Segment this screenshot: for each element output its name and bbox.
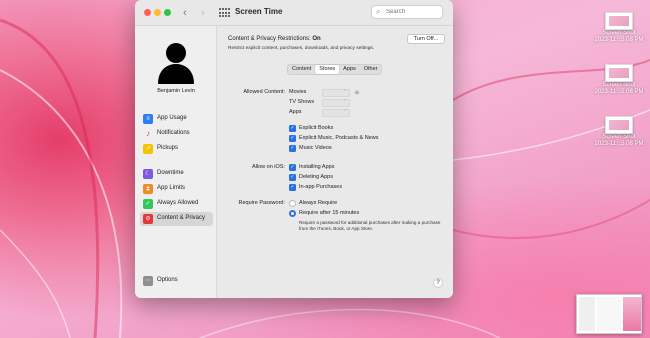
bell-icon: ♪ bbox=[146, 129, 150, 138]
file-date: 2023-11...5.08 PM bbox=[594, 37, 644, 43]
radio-label: Always Require bbox=[299, 200, 338, 206]
help-button[interactable]: ? bbox=[433, 278, 443, 288]
search-icon: ⌕ bbox=[376, 7, 381, 16]
sidebar-item-label: Always Allowed bbox=[157, 200, 199, 206]
close-button[interactable] bbox=[144, 9, 151, 16]
checkbox-label: Installing Apps bbox=[299, 164, 335, 170]
tab-apps[interactable]: Apps bbox=[339, 65, 360, 74]
sidebar-item-notifications[interactable]: ♪ Notifications bbox=[140, 127, 213, 141]
desktop-file[interactable]: Screen Shot 2023-11...5.08 PM bbox=[589, 116, 649, 148]
screenshot-thumbnail bbox=[605, 64, 633, 82]
search-field[interactable]: ⌕ bbox=[371, 5, 443, 19]
screenshot-preview[interactable] bbox=[576, 294, 642, 334]
sidebar: Benjamin Levin ≡ App Usage ♪ Notificatio… bbox=[135, 26, 217, 298]
tv-shows-label: TV Shows bbox=[289, 99, 315, 105]
restrictions-description: Restrict explicit content, purchases, do… bbox=[228, 46, 375, 51]
checkbox-label: Deleting Apps bbox=[299, 174, 333, 180]
turn-off-button[interactable]: Turn Off... bbox=[407, 34, 445, 44]
moon-icon: ☾ bbox=[143, 169, 153, 179]
checkbox-checked-icon: ✓ bbox=[289, 174, 296, 181]
sidebar-item-content-privacy[interactable]: ⊘ Content & Privacy bbox=[140, 212, 213, 226]
restrictions-state: On bbox=[312, 36, 321, 42]
checkbox-label: In-app Purchases bbox=[299, 184, 343, 190]
file-name: Screen Shot bbox=[602, 82, 636, 88]
back-button[interactable]: ‹ bbox=[183, 6, 187, 20]
file-date: 2023-11...5.08 PM bbox=[594, 89, 644, 95]
require-password-label: Require Password: bbox=[238, 200, 285, 206]
tv-shows-rating-select[interactable] bbox=[322, 99, 350, 107]
minimize-button[interactable] bbox=[154, 9, 161, 16]
sidebar-item-label: Downtime bbox=[157, 170, 184, 176]
checkbox-checked-icon: ✓ bbox=[289, 184, 296, 191]
password-note: Require a password for additional purcha… bbox=[299, 220, 441, 231]
sidebar-item-label: App Limits bbox=[157, 185, 186, 191]
pickups-icon: ↗ bbox=[143, 144, 153, 154]
desktop-file[interactable]: Screen Shot 2023-11...5.08 PM bbox=[589, 64, 649, 96]
restrictions-status: Content & Privacy Restrictions: On bbox=[228, 36, 321, 42]
apps-rating-select[interactable] bbox=[322, 109, 350, 117]
desktop-file[interactable]: Screen Shot 2023-11...5.08 PM bbox=[589, 12, 649, 44]
checkbox-label: Music Videos bbox=[299, 145, 332, 151]
screen-time-window: ‹ › Screen Time ⌕ Benjamin Levin ≡ App U… bbox=[135, 0, 453, 298]
checkbox-checked-icon: ✓ bbox=[289, 164, 296, 171]
sidebar-item-label: App Usage bbox=[157, 115, 187, 121]
user-name: Benjamin Levin bbox=[157, 88, 195, 94]
radio-selected-icon bbox=[289, 210, 296, 217]
maximize-button[interactable] bbox=[164, 9, 171, 16]
sidebar-item-label: Pickups bbox=[157, 145, 179, 151]
file-name: Screen Shot bbox=[602, 30, 636, 36]
sidebar-item-always-allowed[interactable]: ✓ Always Allowed bbox=[140, 197, 213, 211]
screenshot-thumbnail bbox=[605, 116, 633, 134]
radio-label: Require after 15 minutes bbox=[299, 210, 360, 216]
movies-rating-select[interactable] bbox=[322, 89, 350, 97]
checkbox-checked-icon: ✓ bbox=[289, 125, 296, 132]
options-label: Options bbox=[157, 277, 178, 283]
radio-unselected-icon bbox=[289, 200, 296, 207]
tab-content[interactable]: Content bbox=[288, 65, 315, 74]
restrictions-label: Content & Privacy Restrictions: bbox=[228, 36, 311, 42]
layers-icon: ≡ bbox=[143, 114, 153, 124]
no-entry-icon: ⊘ bbox=[143, 214, 153, 224]
sidebar-item-pickups[interactable]: ↗ Pickups bbox=[140, 142, 213, 156]
ellipsis-icon: ⋯ bbox=[143, 276, 153, 286]
allow-on-ios-label: Allow on iOS: bbox=[251, 164, 285, 170]
restriction-tabs: Content Stores Apps Other bbox=[287, 64, 383, 75]
options-button[interactable]: ⋯ Options bbox=[140, 274, 213, 288]
checkbox-label: Explicit Books bbox=[299, 125, 334, 131]
tab-other[interactable]: Other bbox=[360, 65, 382, 74]
sidebar-item-label: Content & Privacy bbox=[157, 215, 206, 221]
screenshot-thumbnail bbox=[605, 12, 633, 30]
search-input[interactable] bbox=[386, 7, 440, 17]
titlebar: ‹ › Screen Time ⌕ bbox=[135, 0, 453, 26]
movies-label: Movies bbox=[289, 89, 307, 95]
tab-stores[interactable]: Stores bbox=[315, 65, 340, 74]
sidebar-item-app-usage[interactable]: ≡ App Usage bbox=[140, 112, 213, 126]
show-all-grid-icon[interactable] bbox=[219, 8, 230, 18]
sidebar-item-label: Notifications bbox=[157, 130, 190, 136]
checkbox-checked-icon: ✓ bbox=[289, 145, 296, 152]
content-privacy-pane: Content & Privacy Restrictions: On Restr… bbox=[217, 26, 453, 298]
sidebar-item-downtime[interactable]: ☾ Downtime bbox=[140, 167, 213, 181]
window-title: Screen Time bbox=[235, 7, 283, 16]
loading-spinner-icon: ✳ bbox=[354, 90, 360, 97]
file-date: 2023-11...5.08 PM bbox=[594, 141, 644, 147]
checkbox-label: Explicit Music, Podcasts & News bbox=[299, 135, 379, 141]
file-name: Screen Shot bbox=[602, 134, 636, 140]
checkbox-checked-icon: ✓ bbox=[289, 135, 296, 142]
apps-label: Apps bbox=[289, 109, 302, 115]
forward-button[interactable]: › bbox=[201, 6, 205, 20]
user-avatar-icon bbox=[158, 43, 194, 84]
sidebar-item-app-limits[interactable]: ⧗ App Limits bbox=[140, 182, 213, 196]
checkmark-icon: ✓ bbox=[143, 199, 153, 209]
hourglass-icon: ⧗ bbox=[143, 184, 153, 194]
allowed-content-label: Allowed Content: bbox=[243, 89, 285, 95]
